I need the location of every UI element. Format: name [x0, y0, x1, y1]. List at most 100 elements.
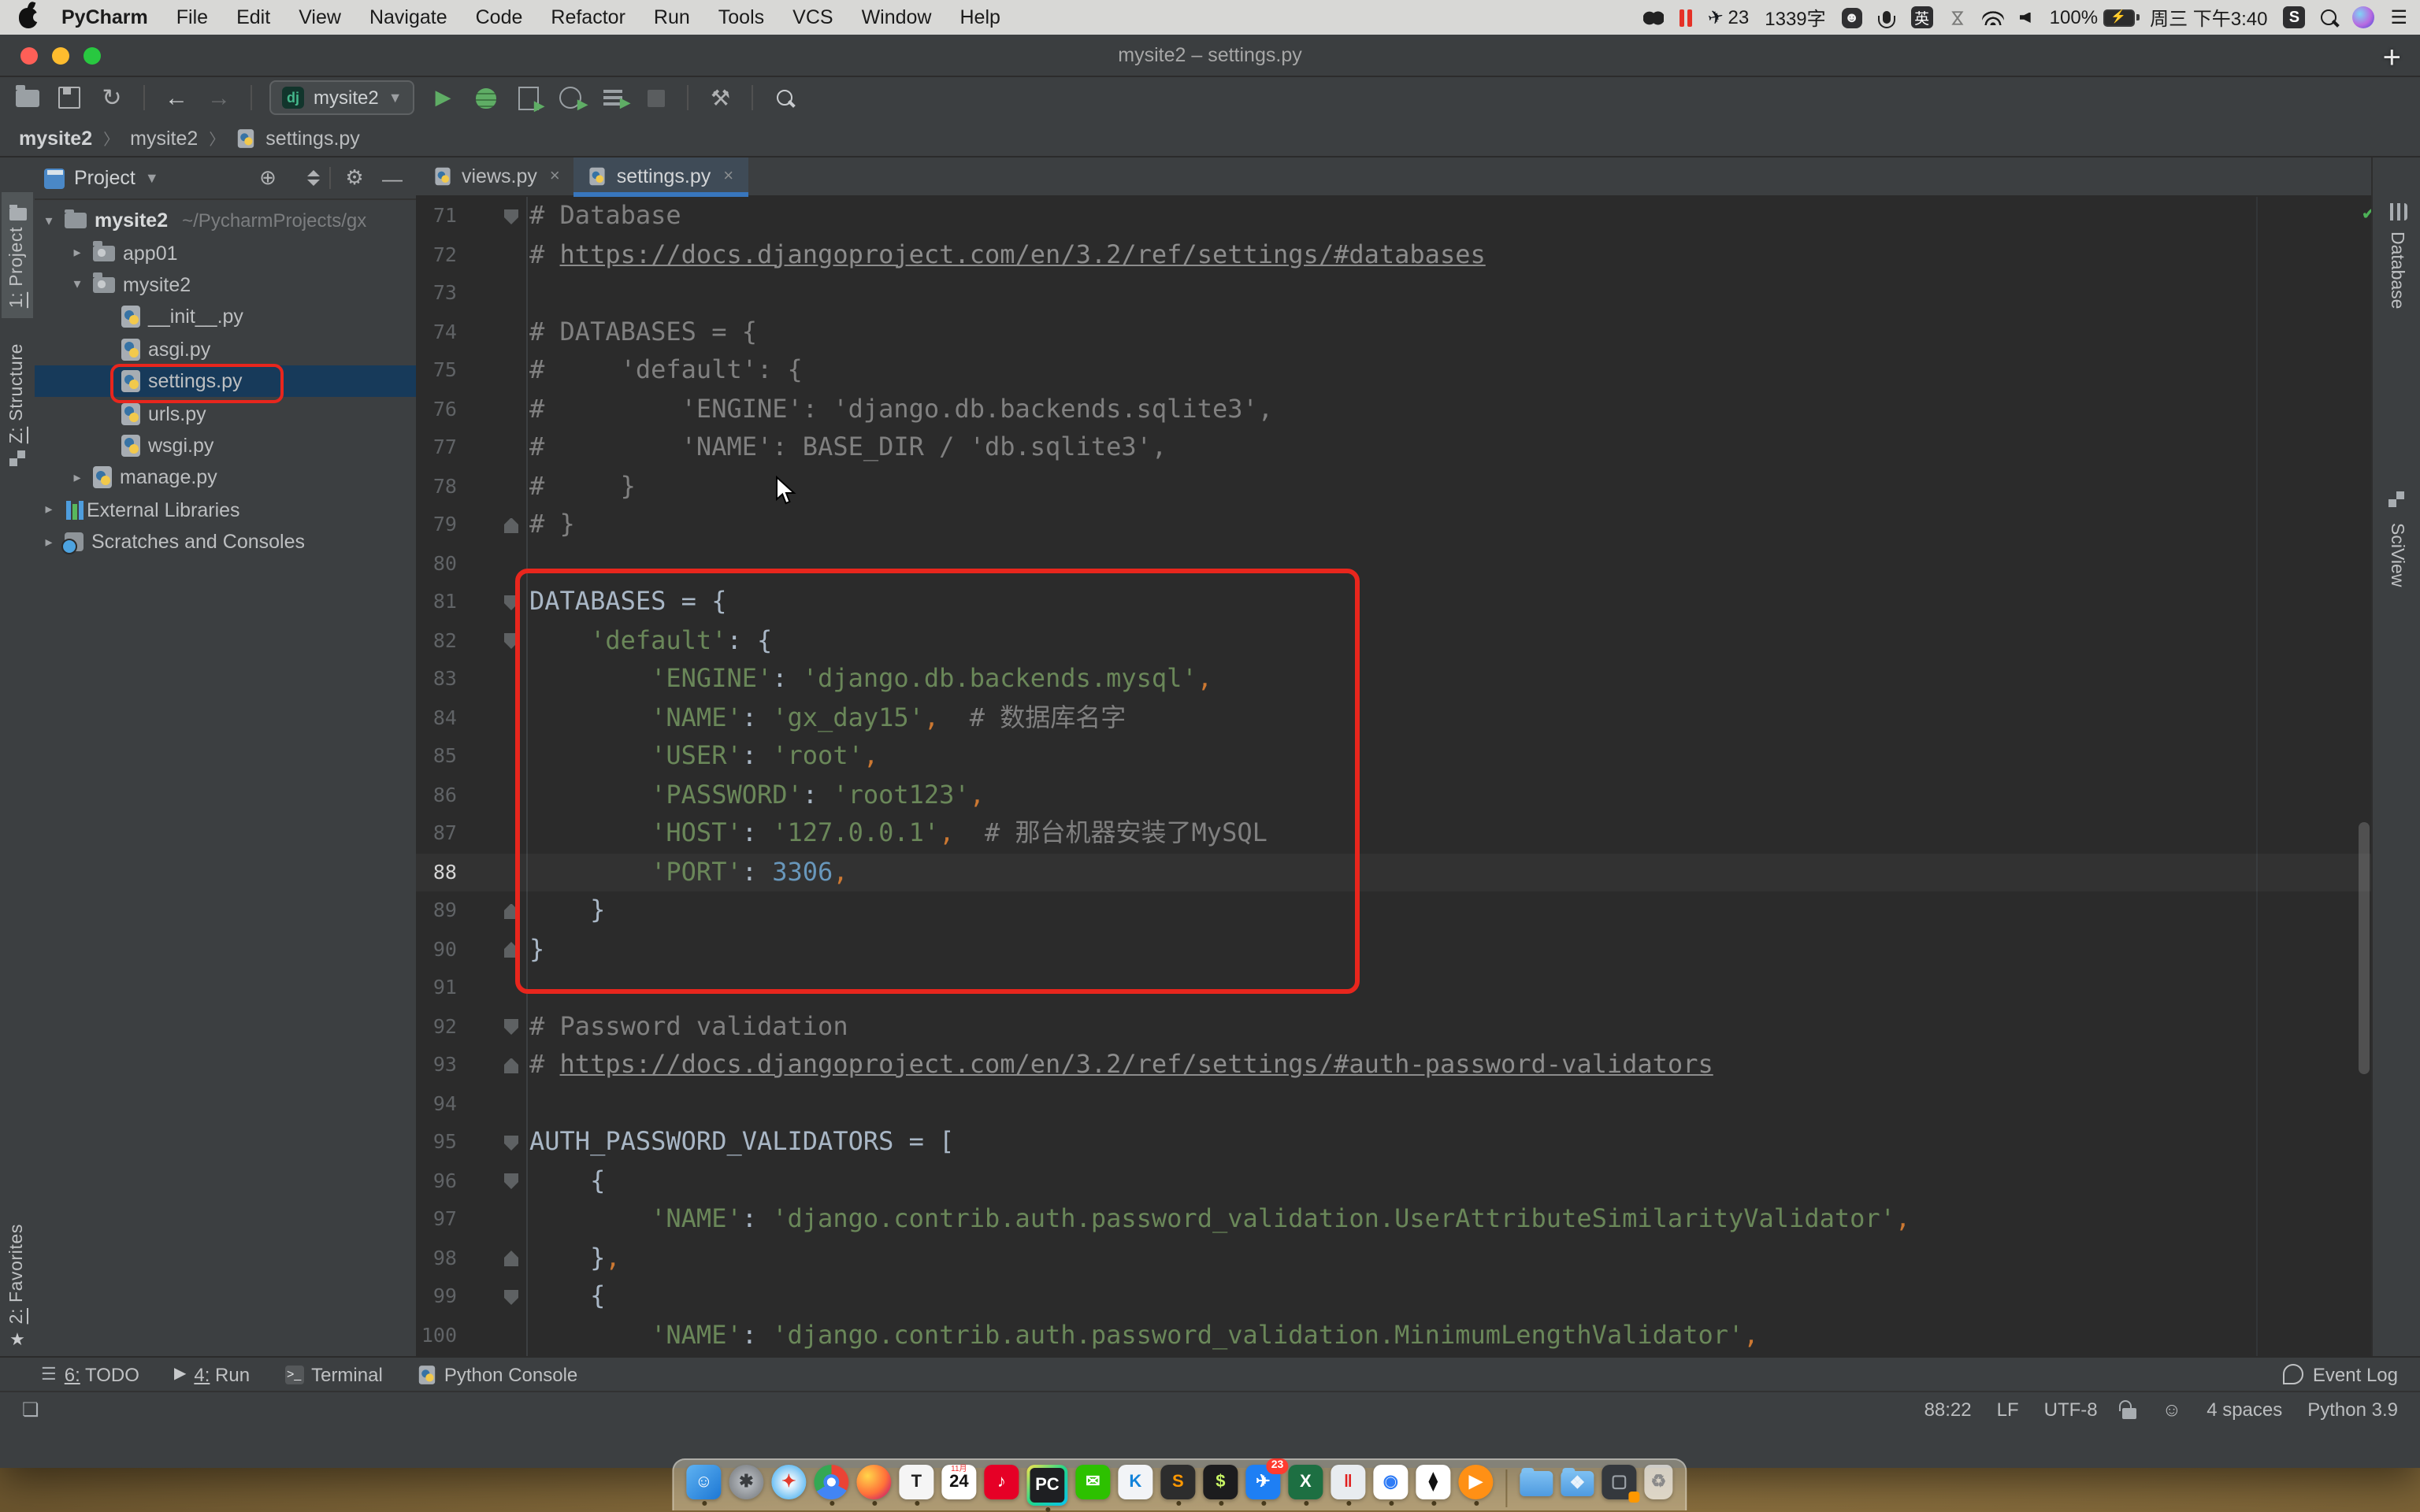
fold-marker-icon[interactable] — [504, 1135, 518, 1151]
menubar-clock[interactable]: 周三 下午3:40 — [2150, 4, 2267, 31]
wifi-icon[interactable] — [1982, 9, 2004, 25]
tool-button-sciview[interactable]: SciView — [2373, 485, 2420, 587]
tool-button-run[interactable]: ▶4: Run — [174, 1363, 250, 1385]
code-line-90[interactable]: 90} — [416, 930, 2373, 969]
code-line-76[interactable]: 76# 'ENGINE': 'django.db.backends.sqlite… — [416, 390, 2373, 428]
sogou-input-icon[interactable]: S — [2283, 6, 2305, 28]
tool-button-structure[interactable]: Z: Structure — [2, 343, 33, 472]
unlock-icon[interactable] — [2123, 1407, 2137, 1418]
dock-windows-folder[interactable]: ❖ — [1561, 1465, 1594, 1496]
pause-icon[interactable] — [1679, 9, 1691, 26]
code-line-71[interactable]: 71# Database — [416, 197, 2373, 235]
fold-marker-icon[interactable] — [504, 1251, 518, 1266]
breadcrumb-package[interactable]: mysite2 — [130, 127, 198, 149]
dingtalk-menu-item[interactable]: ✈23 — [1707, 6, 1749, 28]
profiler-button[interactable] — [557, 82, 585, 113]
tree-item-mysite2[interactable]: ▾mysite2~/PycharmProjects/gx — [35, 205, 416, 237]
typing-app-icon[interactable]: ☻ — [1842, 7, 1862, 28]
dock-downloads-folder[interactable] — [1520, 1465, 1553, 1496]
apple-menu-icon[interactable] — [19, 7, 38, 28]
locate-file-button[interactable]: ⊕ — [254, 165, 282, 191]
tree-item-scratches-and-consoles[interactable]: ▸Scratches and Consoles — [35, 526, 416, 558]
hide-panel-button[interactable]: — — [378, 166, 406, 190]
fold-marker-icon[interactable] — [504, 517, 518, 533]
fold-marker-icon[interactable] — [504, 1019, 518, 1035]
dock-calendar[interactable]: 2411月 — [941, 1465, 976, 1499]
save-all-button[interactable] — [55, 82, 84, 113]
chevron-right-icon[interactable]: ▸ — [69, 469, 85, 487]
dock-netease-music[interactable]: ♪ — [984, 1465, 1019, 1499]
menu-pycharm[interactable]: PyCharm — [47, 6, 162, 28]
concurrency-diagram-button[interactable] — [599, 82, 628, 113]
dock-launchpad[interactable]: ✱ — [729, 1465, 763, 1499]
fold-marker-icon[interactable] — [504, 595, 518, 610]
stop-button[interactable] — [642, 82, 670, 113]
code-line-91[interactable]: 91 — [416, 969, 2373, 1007]
event-log-button[interactable]: Event Log — [2283, 1363, 2420, 1385]
code-line-80[interactable]: 80 — [416, 544, 2373, 583]
run-with-coverage-button[interactable] — [514, 82, 543, 113]
caret-position[interactable]: 88:22 — [1924, 1399, 1972, 1421]
line-ending-indicator[interactable]: LF — [1997, 1399, 2019, 1421]
battery-indicator[interactable]: 100%⚡ — [2050, 6, 2134, 28]
tree-item-external-libraries[interactable]: ▸External Libraries — [35, 494, 416, 526]
chevron-right-icon[interactable]: ▸ — [41, 501, 57, 518]
code-line-94[interactable]: 94 — [416, 1084, 2373, 1123]
chevron-down-icon[interactable]: ▾ — [41, 212, 57, 229]
fold-marker-icon[interactable] — [504, 942, 518, 958]
dock-wechat[interactable]: ✉ — [1075, 1465, 1110, 1499]
bluetooth-icon[interactable]: ⋈ — [1947, 9, 1968, 26]
menu-extra-icon[interactable] — [1642, 9, 1663, 26]
sync-button[interactable]: ↻ — [98, 82, 126, 113]
run-configuration-select[interactable]: dj mysite2 ▼ — [269, 80, 415, 115]
dock-excel[interactable]: X — [1288, 1465, 1323, 1506]
menu-edit[interactable]: Edit — [222, 6, 284, 28]
tool-button-database[interactable]: Database — [2373, 202, 2420, 309]
panel-settings-gear-icon[interactable]: ⚙ — [340, 165, 369, 191]
dock-safari[interactable]: ✦ — [771, 1465, 806, 1499]
menu-vcs[interactable]: VCS — [778, 6, 847, 28]
dock-chrome[interactable] — [814, 1465, 848, 1506]
fold-marker-icon[interactable] — [504, 1173, 518, 1189]
microphone-icon[interactable] — [1883, 11, 1891, 24]
tree-item-urls-py[interactable]: urls.py — [35, 398, 416, 430]
menu-run[interactable]: Run — [640, 6, 704, 28]
code-line-89[interactable]: 89 } — [416, 891, 2373, 930]
tool-button-todo[interactable]: ☰6: TODO — [41, 1363, 139, 1385]
tool-button-terminal[interactable]: >_Terminal — [284, 1363, 383, 1385]
back-button[interactable]: ← — [162, 82, 191, 113]
dock-keynote[interactable]: K — [1118, 1465, 1152, 1499]
volume-icon[interactable] — [2020, 12, 2031, 23]
menu-window[interactable]: Window — [848, 6, 946, 28]
menu-tools[interactable]: Tools — [704, 6, 778, 28]
tree-item-wsgi-py[interactable]: wsgi.py — [35, 429, 416, 461]
tree-item-manage-py[interactable]: ▸manage.py — [35, 461, 416, 494]
code-line-97[interactable]: 97 'NAME': 'django.contrib.auth.password… — [416, 1200, 2373, 1239]
code-line-75[interactable]: 75# 'default': { — [416, 351, 2373, 390]
menu-navigate[interactable]: Navigate — [355, 6, 462, 28]
window-layout-icon[interactable]: ❏ — [22, 1399, 39, 1421]
search-everywhere-button[interactable] — [771, 82, 800, 113]
close-icon[interactable]: × — [723, 167, 733, 186]
menu-code[interactable]: Code — [462, 6, 537, 28]
dock-firefox[interactable] — [856, 1465, 891, 1506]
close-icon[interactable]: × — [550, 167, 560, 186]
code-line-95[interactable]: 95AUTH_PASSWORD_VALIDATORS = [ — [416, 1123, 2373, 1162]
code-line-85[interactable]: 85 'USER': 'root', — [416, 737, 2373, 776]
code-line-100[interactable]: 100 'NAME': 'django.contrib.auth.passwor… — [416, 1316, 2373, 1354]
code-line-99[interactable]: 99 { — [416, 1277, 2373, 1316]
encoding-indicator[interactable]: UTF-8 — [2044, 1399, 2098, 1421]
fold-marker-icon[interactable] — [504, 903, 518, 919]
chevron-right-icon[interactable]: ▸ — [41, 533, 57, 550]
control-center-icon[interactable]: ☰ — [2390, 6, 2407, 28]
dock-finder[interactable]: ☺ — [686, 1465, 721, 1506]
code-line-96[interactable]: 96 { — [416, 1162, 2373, 1200]
code-line-77[interactable]: 77# 'NAME': BASE_DIR / 'db.sqlite3', — [416, 428, 2373, 467]
inspection-ok-icon[interactable]: ✔✔ — [2362, 202, 2363, 224]
fold-marker-icon[interactable] — [504, 633, 518, 649]
inspections-hector-icon[interactable]: ☺ — [2162, 1399, 2182, 1421]
code-line-87[interactable]: 87 'HOST': '127.0.0.1', # 那台机器安装了MySQL — [416, 814, 2373, 853]
tree-item-settings-py[interactable]: settings.py — [35, 365, 416, 398]
code-line-93[interactable]: 93# https://docs.djangoproject.com/en/3.… — [416, 1046, 2373, 1084]
dock-sublime-text[interactable]: S — [1160, 1465, 1195, 1506]
